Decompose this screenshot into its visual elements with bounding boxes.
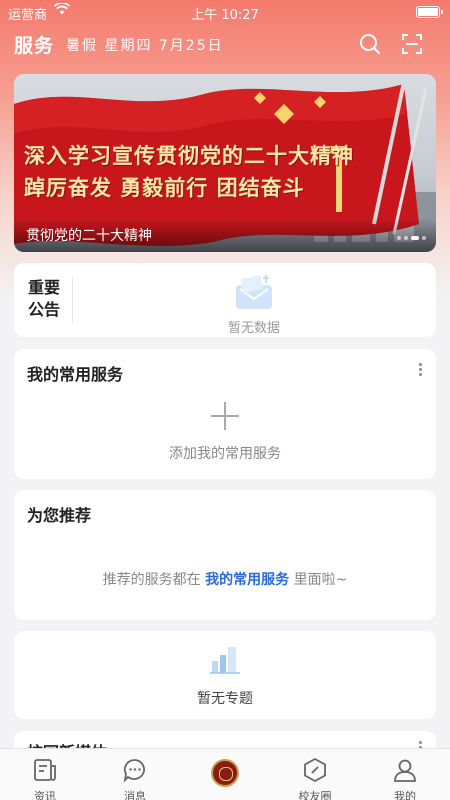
message-icon xyxy=(122,757,148,783)
topics-empty-text: 暂无专题 xyxy=(197,691,253,707)
search-icon[interactable] xyxy=(358,32,382,56)
hint-link[interactable]: 我的常用服务 xyxy=(205,572,289,588)
clock: 上午 10:27 xyxy=(191,8,259,23)
carousel-indicator xyxy=(397,236,426,240)
tab-messages-label: 消息 xyxy=(124,790,146,800)
notice-empty-text: 暂无数据 xyxy=(227,321,280,336)
carousel-dot xyxy=(404,236,408,240)
empty-envelope-icon xyxy=(232,271,276,317)
banner-caption: 贯彻党的二十大精神 xyxy=(26,228,152,244)
tab-news-label: 资讯 xyxy=(34,790,56,800)
carousel-dot xyxy=(422,236,426,240)
carousel-dot-active xyxy=(411,236,419,240)
tab-profile-label: 我的 xyxy=(394,790,416,800)
profile-icon xyxy=(392,757,418,783)
recommend-title: 为您推荐 xyxy=(27,506,92,525)
recommend-hint: 推荐的服务都在 我的常用服务 里面啦~ xyxy=(14,569,436,589)
notice-label: 重要公告 xyxy=(28,278,61,319)
tab-alumni[interactable]: 校友圈 xyxy=(270,753,360,800)
banner-carousel[interactable]: 深入学习宣传贯彻党的二十大精神 踔厉奋发 勇毅前行 团结奋斗 贯彻党的二十大精神 xyxy=(14,74,436,252)
topics-card: 暂无专题 xyxy=(14,631,436,719)
add-service-label[interactable]: 添加我的常用服务 xyxy=(14,443,436,463)
tab-bar: 资讯 消息 校友圈 我的 xyxy=(0,748,450,800)
hint-prefix: 推荐的服务都在 xyxy=(102,572,206,588)
battery-icon xyxy=(416,6,443,18)
tab-news[interactable]: 资讯 xyxy=(0,753,90,800)
more-icon[interactable] xyxy=(416,361,424,381)
tab-profile[interactable]: 我的 xyxy=(360,753,450,800)
tab-alumni-label: 校友圈 xyxy=(298,790,332,800)
date-label: 暑假 星期四 7月25日 xyxy=(66,38,224,54)
scan-icon[interactable] xyxy=(400,32,424,56)
empty-chart-icon xyxy=(210,643,240,679)
carousel-dot xyxy=(397,236,401,240)
hint-suffix: 里面啦~ xyxy=(289,572,348,588)
notice-card[interactable]: 重要公告 暂无数据 xyxy=(14,263,436,337)
recommend-card: 为您推荐 推荐的服务都在 我的常用服务 里面啦~ xyxy=(14,490,436,620)
add-service-button[interactable] xyxy=(211,402,239,430)
emblem-icon xyxy=(211,759,239,787)
my-services-card: 我的常用服务 添加我的常用服务 xyxy=(14,349,436,479)
status-bar: 运营商 上午 10:27 xyxy=(0,0,450,24)
banner-headline-1: 深入学习宣传贯彻党的二十大精神 xyxy=(24,144,354,168)
banner-headline-2: 踔厉奋发 勇毅前行 团结奋斗 xyxy=(24,176,305,200)
banner-caption-bar: 贯彻党的二十大精神 xyxy=(14,218,436,252)
services-title: 我的常用服务 xyxy=(27,365,124,384)
tab-messages[interactable]: 消息 xyxy=(90,753,180,800)
page-header: 服务 暑假 星期四 7月25日 xyxy=(0,28,450,62)
news-icon xyxy=(32,757,58,783)
page-title: 服务 xyxy=(14,35,55,57)
tab-home[interactable] xyxy=(180,753,270,800)
alumni-icon xyxy=(302,757,328,783)
